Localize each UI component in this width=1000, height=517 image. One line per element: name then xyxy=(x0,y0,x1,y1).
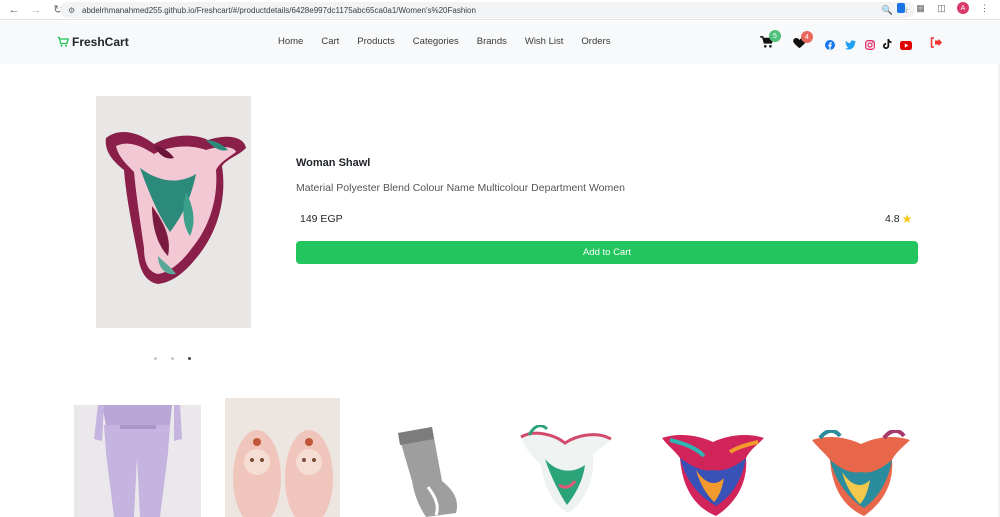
profile-avatar[interactable]: A xyxy=(957,2,969,14)
pink-slippers-image xyxy=(225,398,340,517)
add-to-cart-button[interactable]: Add to Cart xyxy=(296,241,918,264)
extensions-puzzle-icon[interactable]: ▦ xyxy=(915,3,926,14)
slider-dot-1[interactable] xyxy=(154,357,157,360)
nav-link-wishlist[interactable]: Wish List xyxy=(525,36,564,47)
image-slider-dots xyxy=(154,357,191,360)
logout-icon[interactable] xyxy=(930,35,942,53)
related-products xyxy=(0,395,1000,517)
cart-button[interactable]: 5 xyxy=(760,30,781,53)
forward-icon[interactable]: → xyxy=(28,2,44,18)
cart-count-badge: 5 xyxy=(769,30,781,42)
lavender-sweatpants-image xyxy=(74,405,201,517)
product-rating: 4.8 ★ xyxy=(885,213,912,225)
instagram-icon[interactable] xyxy=(865,37,875,55)
grey-socks-image xyxy=(398,427,458,517)
related-product-6[interactable] xyxy=(808,430,914,517)
browser-menu-icon[interactable]: ⋮ xyxy=(979,3,990,14)
product-title: Woman Shawl xyxy=(296,157,371,169)
patterned-scarf-image xyxy=(812,430,910,516)
related-product-2[interactable] xyxy=(225,398,340,517)
product-price: 149 EGP xyxy=(300,213,343,225)
wishlist-count-badge: 4 xyxy=(801,31,813,43)
nav-link-orders[interactable]: Orders xyxy=(581,36,610,47)
site-settings-icon[interactable]: ⚙ xyxy=(68,6,77,15)
slider-dot-3[interactable] xyxy=(188,357,191,360)
cart-logo-icon xyxy=(57,36,69,47)
extension-icon[interactable] xyxy=(897,3,905,13)
star-icon: ★ xyxy=(901,212,913,226)
related-product-5[interactable] xyxy=(660,430,766,517)
browser-toolbar: ← → ↻ ⚙ abdelrhmanahmed255.github.io/Fre… xyxy=(0,0,1000,20)
nav-link-cart[interactable]: Cart xyxy=(321,36,339,47)
nav-link-brands[interactable]: Brands xyxy=(477,36,507,47)
brand-logo[interactable]: FreshCart xyxy=(57,35,129,49)
product-description: Material Polyester Blend Colour Name Mul… xyxy=(296,182,625,194)
brand-name: FreshCart xyxy=(72,35,129,49)
wishlist-button[interactable]: 4 xyxy=(793,31,813,54)
facebook-icon[interactable] xyxy=(825,37,835,55)
related-product-1[interactable] xyxy=(74,405,201,517)
side-panel-icon[interactable]: ◫ xyxy=(936,3,947,14)
nav-link-products[interactable]: Products xyxy=(357,36,395,47)
nav-link-home[interactable]: Home xyxy=(278,36,303,47)
floral-scarf-image xyxy=(520,425,612,513)
zoom-icon[interactable]: 🔍 xyxy=(882,5,893,16)
url-text: abdelrhmanahmed255.github.io/Freshcart/#… xyxy=(82,5,476,15)
slider-dot-2[interactable] xyxy=(171,357,174,360)
tiktok-icon[interactable] xyxy=(882,37,892,55)
site-navbar: FreshCart Home Cart Products Categories … xyxy=(0,21,1000,64)
related-product-3[interactable] xyxy=(380,425,480,517)
address-bar[interactable]: ⚙ abdelrhmanahmed255.github.io/Freshcart… xyxy=(60,2,915,18)
twitter-icon[interactable] xyxy=(845,37,856,55)
product-image xyxy=(96,96,251,328)
rating-value: 4.8 xyxy=(885,213,900,225)
colorful-scarf-image xyxy=(662,435,764,516)
back-icon[interactable]: ← xyxy=(6,2,22,18)
related-product-4[interactable] xyxy=(515,425,615,517)
youtube-icon[interactable] xyxy=(900,37,912,55)
nav-links: Home Cart Products Categories Brands Wis… xyxy=(278,36,628,47)
nav-link-categories[interactable]: Categories xyxy=(413,36,459,47)
